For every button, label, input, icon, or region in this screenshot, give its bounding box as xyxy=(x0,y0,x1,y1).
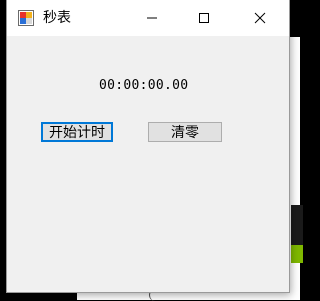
time-display: 00:00:00.00 xyxy=(99,78,189,93)
stopwatch-window: 秒表 00:00:00.00 开始计时 清零 xyxy=(7,0,289,292)
client-area: 00:00:00.00 开始计时 清零 xyxy=(7,36,289,292)
maximize-icon xyxy=(198,9,210,28)
window-title: 秒表 xyxy=(43,10,71,26)
minimize-icon xyxy=(146,9,158,28)
background-window-green-bar xyxy=(291,245,303,263)
stopwatch-app-icon xyxy=(18,10,34,26)
close-button[interactable] xyxy=(237,0,283,36)
start-timer-button[interactable]: 开始计时 xyxy=(41,122,113,142)
background-window-text-fragment xyxy=(291,205,303,245)
title-bar[interactable]: 秒表 xyxy=(7,0,289,36)
minimize-button[interactable] xyxy=(129,0,175,36)
clear-button[interactable]: 清零 xyxy=(148,122,222,142)
close-icon xyxy=(254,9,266,28)
maximize-button[interactable] xyxy=(181,0,227,36)
